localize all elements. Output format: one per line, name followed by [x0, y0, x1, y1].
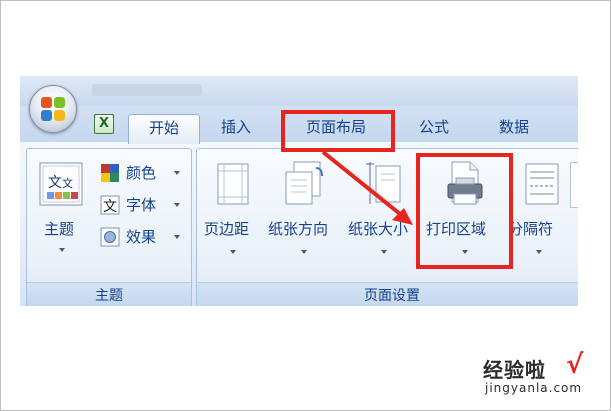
page-size-icon: [366, 162, 401, 204]
margins-label: 页边距: [204, 220, 250, 238]
theme-dropdown-arrow[interactable]: [59, 248, 65, 252]
office-logo-icon: [41, 97, 65, 121]
svg-text:文: 文: [62, 176, 73, 190]
title-bar: [20, 76, 578, 106]
theme-button-label: 主题: [44, 220, 75, 238]
theme-group-label: 主题: [27, 282, 191, 306]
next-button-edge: [570, 162, 578, 208]
theme-button[interactable]: 文 文: [39, 162, 83, 206]
theme-effects-label: 效果: [126, 228, 157, 246]
watermark-brand: 经验啦: [483, 358, 546, 382]
highlight-page-layout-tab: [281, 110, 395, 152]
page-size-button[interactable]: 纸张大小: [346, 156, 422, 266]
page-size-dropdown-arrow: [381, 250, 387, 254]
tab-insert[interactable]: 插入: [208, 114, 264, 141]
effects-dropdown-arrow: [174, 235, 180, 239]
window-title-blurred: [92, 84, 202, 96]
fonts-dropdown-arrow: [174, 203, 180, 207]
excel-icon[interactable]: X: [94, 114, 114, 134]
breaks-button[interactable]: 分隔符: [508, 156, 578, 266]
breaks-label: 分隔符: [508, 220, 554, 238]
margins-dropdown-arrow: [230, 250, 236, 254]
theme-fonts-button[interactable]: 文 字体: [100, 194, 186, 218]
orientation-label: 纸张方向: [268, 220, 329, 238]
page-setup-group-label: 页面设置: [197, 282, 578, 306]
office-button[interactable]: [29, 85, 77, 133]
orientation-dropdown-arrow: [301, 250, 307, 254]
orientation-icon: [285, 161, 323, 205]
tab-formulas[interactable]: 公式: [406, 114, 462, 141]
breaks-dropdown-arrow: [536, 250, 542, 254]
theme-colors-label: 颜色: [126, 164, 157, 182]
margins-button[interactable]: 页边距: [204, 156, 262, 266]
watermark-url: jingyanla.com: [485, 381, 583, 395]
highlight-print-area-button: [416, 153, 513, 269]
effects-icon: [100, 227, 120, 247]
font-icon: 文: [100, 195, 120, 215]
breaks-icon: [525, 163, 559, 205]
theme-effects-button[interactable]: 效果: [100, 226, 186, 250]
svg-text:文: 文: [48, 175, 62, 191]
color-palette-icon: [101, 164, 119, 182]
colors-dropdown-arrow: [174, 171, 180, 175]
page-size-label: 纸张大小: [348, 220, 409, 238]
svg-text:文: 文: [103, 199, 117, 215]
theme-icon: 文 文: [39, 162, 83, 206]
margins-icon: [217, 163, 249, 205]
checkmark-icon: √: [566, 350, 584, 380]
theme-colors-button[interactable]: 颜色: [100, 162, 186, 186]
tab-home[interactable]: 开始: [128, 114, 200, 144]
orientation-button[interactable]: 纸张方向: [266, 156, 342, 266]
tab-data[interactable]: 数据: [486, 114, 542, 141]
theme-fonts-label: 字体: [126, 196, 157, 214]
